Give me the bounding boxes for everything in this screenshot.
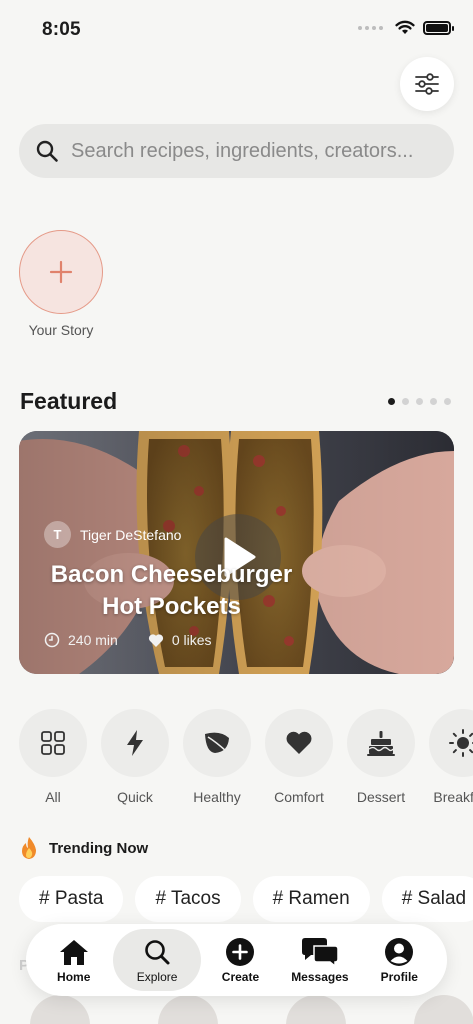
pager-dot[interactable] xyxy=(388,398,395,405)
lightning-icon xyxy=(127,730,143,756)
sun-icon xyxy=(449,729,473,757)
tab-messages[interactable]: Messages xyxy=(280,929,359,991)
chat-bubbles-icon xyxy=(301,937,339,967)
category-label: Healthy xyxy=(193,789,241,805)
section-title-featured: Featured xyxy=(20,388,118,414)
recipe-title-line: Hot Pockets xyxy=(102,593,241,620)
avatar[interactable] xyxy=(286,995,346,1024)
plus-icon xyxy=(49,260,73,284)
section-title-trending: Trending Now xyxy=(49,839,149,857)
tab-label: Messages xyxy=(291,969,349,984)
category-quick[interactable]: Quick xyxy=(101,709,169,805)
category-label: Breakfast xyxy=(433,789,473,805)
recipe-title: Bacon Cheeseburger Hot Pockets xyxy=(19,559,324,623)
sliders-icon xyxy=(415,73,439,95)
tab-bar: Home Explore Create Messages Profile xyxy=(26,924,447,996)
tab-create[interactable]: Create xyxy=(201,929,280,991)
tag-chip[interactable]: # Ramen xyxy=(252,876,370,922)
tab-label: Profile xyxy=(380,969,418,984)
recipe-likes: 0 likes xyxy=(171,632,212,648)
signal-icon xyxy=(358,25,383,30)
battery-icon xyxy=(423,20,454,35)
heart-icon[interactable] xyxy=(148,633,164,648)
trending-tags: # Pasta # Tacos # Ramen # Salad xyxy=(19,876,473,922)
heart-icon xyxy=(286,731,312,754)
clock-icon xyxy=(44,632,60,648)
trending-header: Trending Now xyxy=(19,836,148,860)
wifi-icon xyxy=(395,20,415,34)
category-all[interactable]: All xyxy=(19,709,87,805)
filter-button[interactable] xyxy=(400,57,454,111)
fire-icon xyxy=(22,837,36,859)
explore-screen: 8:05 Search recipes, ingredients, creato… xyxy=(0,0,473,1024)
search-input[interactable] xyxy=(71,139,431,163)
tab-label: Explore xyxy=(136,969,178,984)
your-story-label: Your Story xyxy=(28,322,94,338)
creator-info[interactable]: T Tiger DeStefano xyxy=(44,521,181,548)
pager-dot[interactable] xyxy=(444,398,451,405)
search-icon xyxy=(36,140,58,162)
category-healthy[interactable]: Healthy xyxy=(183,709,251,805)
category-label: Dessert xyxy=(356,789,406,805)
creator-avatar[interactable]: T xyxy=(44,521,71,548)
creator-name[interactable]: Tiger DeStefano xyxy=(80,527,181,543)
tab-label: Create xyxy=(221,969,260,984)
tab-profile[interactable]: Profile xyxy=(360,929,439,991)
tab-home[interactable]: Home xyxy=(34,929,113,991)
featured-pager[interactable] xyxy=(388,398,451,405)
pager-dot[interactable] xyxy=(416,398,423,405)
tab-explore[interactable]: Explore xyxy=(113,929,201,991)
category-comfort[interactable]: Comfort xyxy=(265,709,333,805)
category-label: All xyxy=(45,789,61,805)
add-story-button[interactable] xyxy=(19,230,103,314)
leaf-icon xyxy=(205,732,229,753)
tag-chip[interactable]: # Pasta xyxy=(19,876,124,922)
grid-icon xyxy=(41,731,65,755)
avatar[interactable] xyxy=(158,995,218,1024)
recipe-title-line: Bacon Cheeseburger xyxy=(50,561,293,588)
status-icons xyxy=(358,20,454,35)
plus-circle-icon xyxy=(226,937,255,966)
home-icon xyxy=(59,939,88,965)
featured-recipe-card[interactable]: T Tiger DeStefano Bacon Cheeseburger Hot… xyxy=(19,431,454,674)
recipe-duration: 240 min xyxy=(68,632,118,648)
category-label: Quick xyxy=(117,789,153,805)
tab-label: Home xyxy=(57,969,91,984)
creator-avatars-row xyxy=(30,995,473,1024)
recipe-meta: 240 min 0 likes xyxy=(44,632,212,648)
cake-icon xyxy=(367,731,395,756)
user-icon xyxy=(385,937,414,966)
category-dessert[interactable]: Dessert xyxy=(347,709,415,805)
tag-chip[interactable]: # Salad xyxy=(381,876,473,922)
status-bar: 8:05 xyxy=(0,0,473,56)
pager-dot[interactable] xyxy=(402,398,409,405)
category-list: All Quick Healthy Comfort Dessert Breakf xyxy=(19,709,473,805)
avatar[interactable] xyxy=(30,995,90,1024)
search-bar[interactable] xyxy=(19,124,454,178)
tag-chip[interactable]: # Tacos xyxy=(135,876,241,922)
avatar[interactable] xyxy=(414,995,473,1024)
category-label: Comfort xyxy=(274,789,324,805)
status-time: 8:05 xyxy=(42,19,81,40)
pager-dot[interactable] xyxy=(430,398,437,405)
search-icon xyxy=(145,939,170,964)
category-breakfast[interactable]: Breakfast xyxy=(429,709,473,805)
